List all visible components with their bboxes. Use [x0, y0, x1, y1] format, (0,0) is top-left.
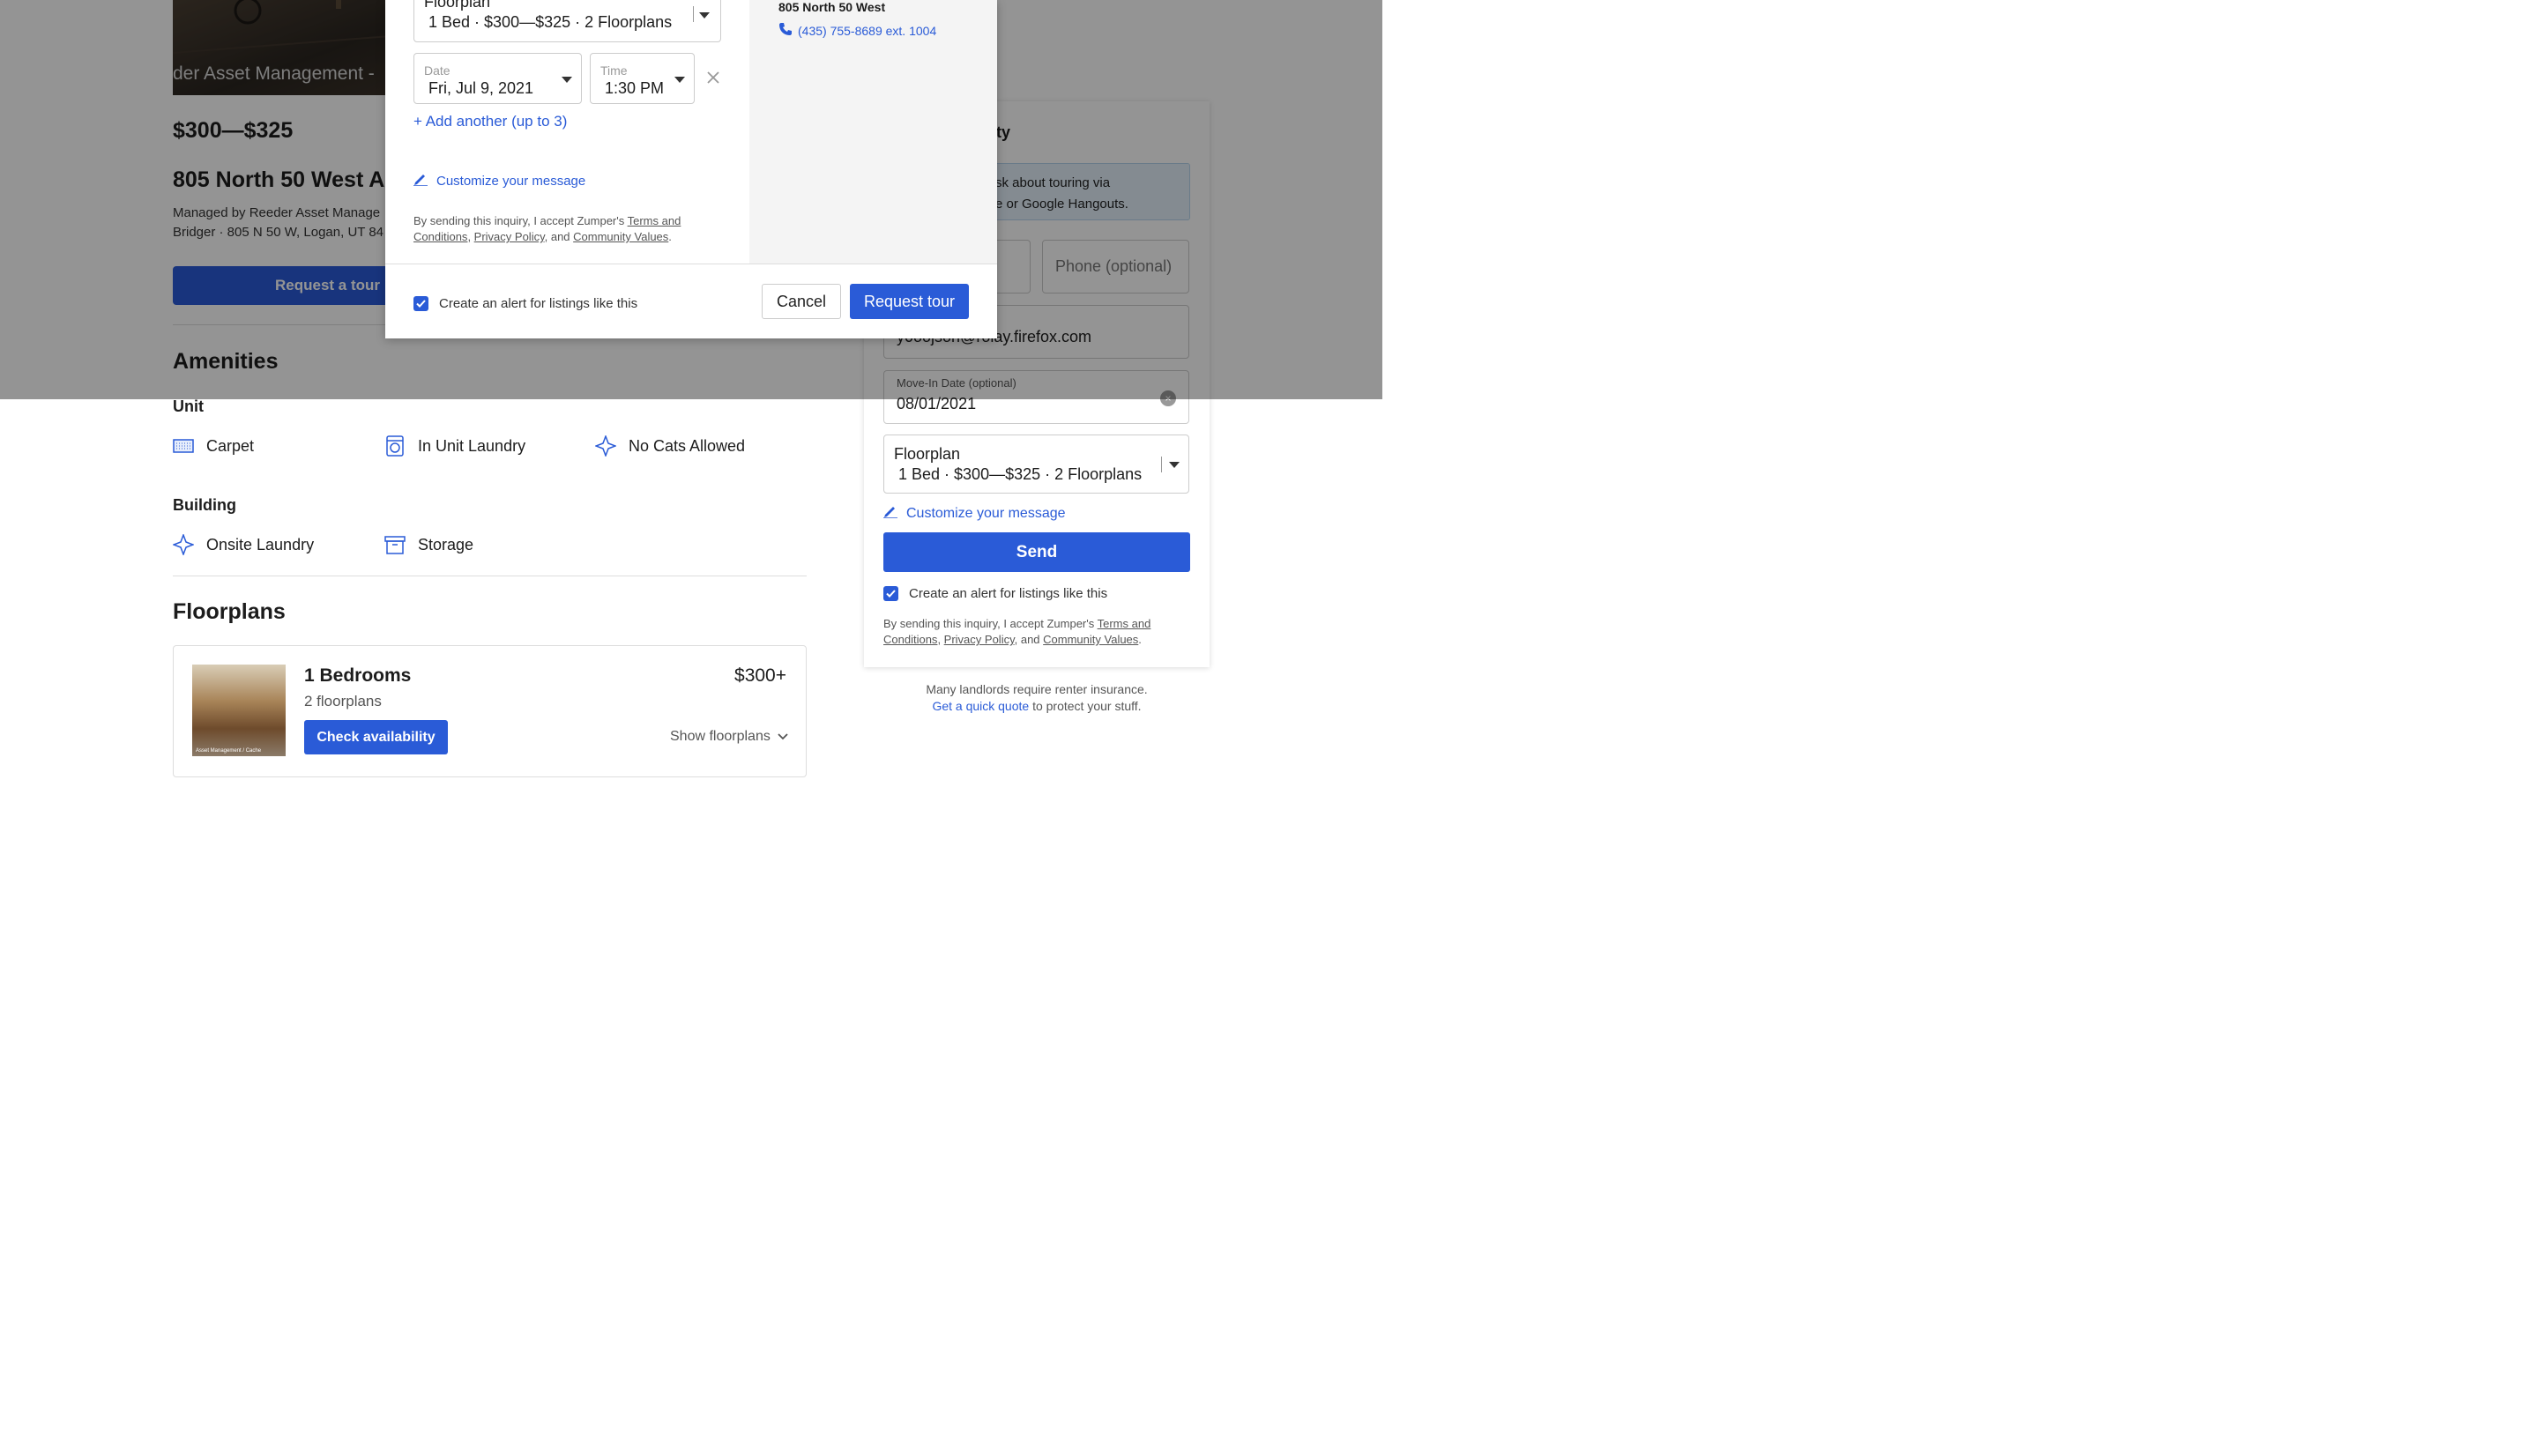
phone-link[interactable]: (435) 755-8689 ext. 1004	[778, 22, 936, 39]
photo-caption: Asset Management / Cache	[196, 748, 262, 754]
amenity-carpet: Carpet	[173, 435, 254, 457]
request-tour-submit-button[interactable]: Request tour	[850, 284, 969, 319]
time-value: 1:30 PM	[605, 79, 665, 97]
legal-prefix: By sending this inquiry, I accept Zumper…	[883, 617, 1098, 630]
floorplans-heading: Floorplans	[173, 599, 286, 624]
time-label: Time	[600, 63, 628, 78]
caret-down-icon	[699, 12, 710, 19]
amenity-label: In Unit Laundry	[418, 436, 526, 455]
cancel-button[interactable]: Cancel	[762, 284, 841, 319]
amenity-onsite-laundry: Onsite Laundry	[173, 534, 314, 555]
quote-suffix: to protect your stuff.	[1029, 699, 1142, 713]
washer-icon	[384, 435, 406, 457]
privacy-link[interactable]: Privacy Policy	[944, 633, 1015, 646]
caret-down-icon	[674, 77, 685, 83]
send-button[interactable]: Send	[883, 532, 1190, 572]
legal-text: By sending this inquiry, I accept Zumper…	[883, 617, 1151, 646]
show-floorplans-toggle[interactable]: Show floorplans	[670, 729, 788, 745]
floorplan-select-label: Floorplan	[894, 445, 961, 463]
date-select[interactable]: Date Fri, Jul 9, 2021	[413, 53, 582, 104]
modal-alert-checkbox-row[interactable]: Create an alert for listings like this	[413, 296, 637, 311]
amenity-label: No Cats Allowed	[629, 436, 746, 455]
legal-and: , and	[1014, 633, 1044, 646]
legal-and: , and	[544, 230, 574, 243]
alert-checkbox-row[interactable]: Create an alert for listings like this	[883, 586, 1107, 601]
community-link[interactable]: Community Values	[1043, 633, 1138, 646]
remove-time-icon[interactable]	[706, 67, 720, 90]
amenity-label: Storage	[418, 535, 474, 553]
pencil-icon	[883, 504, 897, 523]
legal-prefix: By sending this inquiry, I accept Zumper…	[413, 214, 628, 227]
building-heading: Building	[173, 496, 236, 514]
property-address: 805 North 50 West	[778, 0, 886, 14]
terms-link-cont[interactable]: Conditions	[413, 230, 467, 243]
terms-link-cont[interactable]: Conditions	[883, 633, 937, 646]
amenity-in-unit-laundry: In Unit Laundry	[384, 435, 525, 457]
floorplan-price: $300+	[734, 665, 786, 686]
unit-heading: Unit	[173, 397, 204, 415]
modal-customize-message-link[interactable]: Customize your message	[413, 172, 585, 189]
terms-link[interactable]: Terms and	[1098, 617, 1151, 630]
phone-icon	[778, 22, 793, 39]
time-select[interactable]: Time 1:30 PM	[590, 53, 695, 104]
alert-label: Create an alert for listings like this	[909, 586, 1108, 601]
community-link[interactable]: Community Values	[573, 230, 668, 243]
chevron-down-icon	[778, 729, 788, 745]
storage-box-icon	[384, 534, 406, 555]
quick-quote-link[interactable]: Get a quick quote	[932, 699, 1029, 713]
date-label: Date	[424, 63, 450, 78]
floorplan-photo[interactable]	[192, 665, 286, 756]
show-floorplans-label: Show floorplans	[670, 729, 771, 744]
select-separator	[1161, 457, 1162, 472]
phone-number: (435) 755-8689 ext. 1004	[798, 23, 937, 38]
checkbox-checked-icon[interactable]	[413, 296, 428, 311]
alert-label: Create an alert for listings like this	[439, 296, 638, 311]
floorplan-select[interactable]: Floorplan 1 Bed · $300—$325 · 2 Floorpla…	[883, 435, 1189, 494]
add-another-link[interactable]: + Add another (up to 3)	[413, 113, 567, 130]
pencil-icon	[413, 172, 428, 189]
insurance-quote-line: Get a quick quote to protect your stuff.	[883, 698, 1190, 715]
modal-contact-panel	[749, 0, 997, 264]
amenity-label: Carpet	[206, 436, 255, 455]
amenity-no-cats: No Cats Allowed	[595, 435, 745, 457]
customize-label: Customize your message	[436, 173, 586, 189]
select-separator	[693, 6, 694, 22]
amenity-label: Onsite Laundry	[206, 535, 315, 553]
carpet-icon	[173, 435, 194, 457]
date-value: Fri, Jul 9, 2021	[428, 79, 534, 97]
floorplan-select-value: 1 Bed · $300—$325 · 2 Floorplans	[898, 465, 1143, 483]
customize-message-link[interactable]: Customize your message	[883, 504, 1066, 523]
checkbox-checked-icon[interactable]	[883, 586, 898, 601]
insurance-line: Many landlords require renter insurance.	[926, 682, 1148, 696]
terms-link[interactable]: Terms and	[628, 214, 681, 227]
privacy-link[interactable]: Privacy Policy	[474, 230, 545, 243]
check-availability-button[interactable]: Check availability	[304, 720, 448, 754]
floorplan-count: 2 floorplans	[304, 693, 382, 709]
caret-down-icon	[562, 77, 572, 83]
floorplan-title: 1 Bedrooms	[304, 665, 412, 686]
modal-floorplan-select[interactable]: Floorplan 1 Bed · $300—$325 · 2 Floorpla…	[413, 0, 721, 42]
floorplan-select-label: Floorplan	[424, 0, 491, 11]
modal-legal-text: By sending this inquiry, I accept Zumper…	[413, 214, 681, 243]
sparkle-icon	[173, 534, 194, 555]
insurance-note: Many landlords require renter insurance.…	[883, 681, 1190, 715]
floorplan-select-value: 1 Bed · $300—$325 · 2 Floorplans	[428, 13, 673, 31]
amenity-storage: Storage	[384, 534, 473, 555]
customize-label: Customize your message	[906, 505, 1066, 521]
caret-down-icon	[1169, 462, 1180, 468]
sparkle-icon	[595, 435, 616, 457]
